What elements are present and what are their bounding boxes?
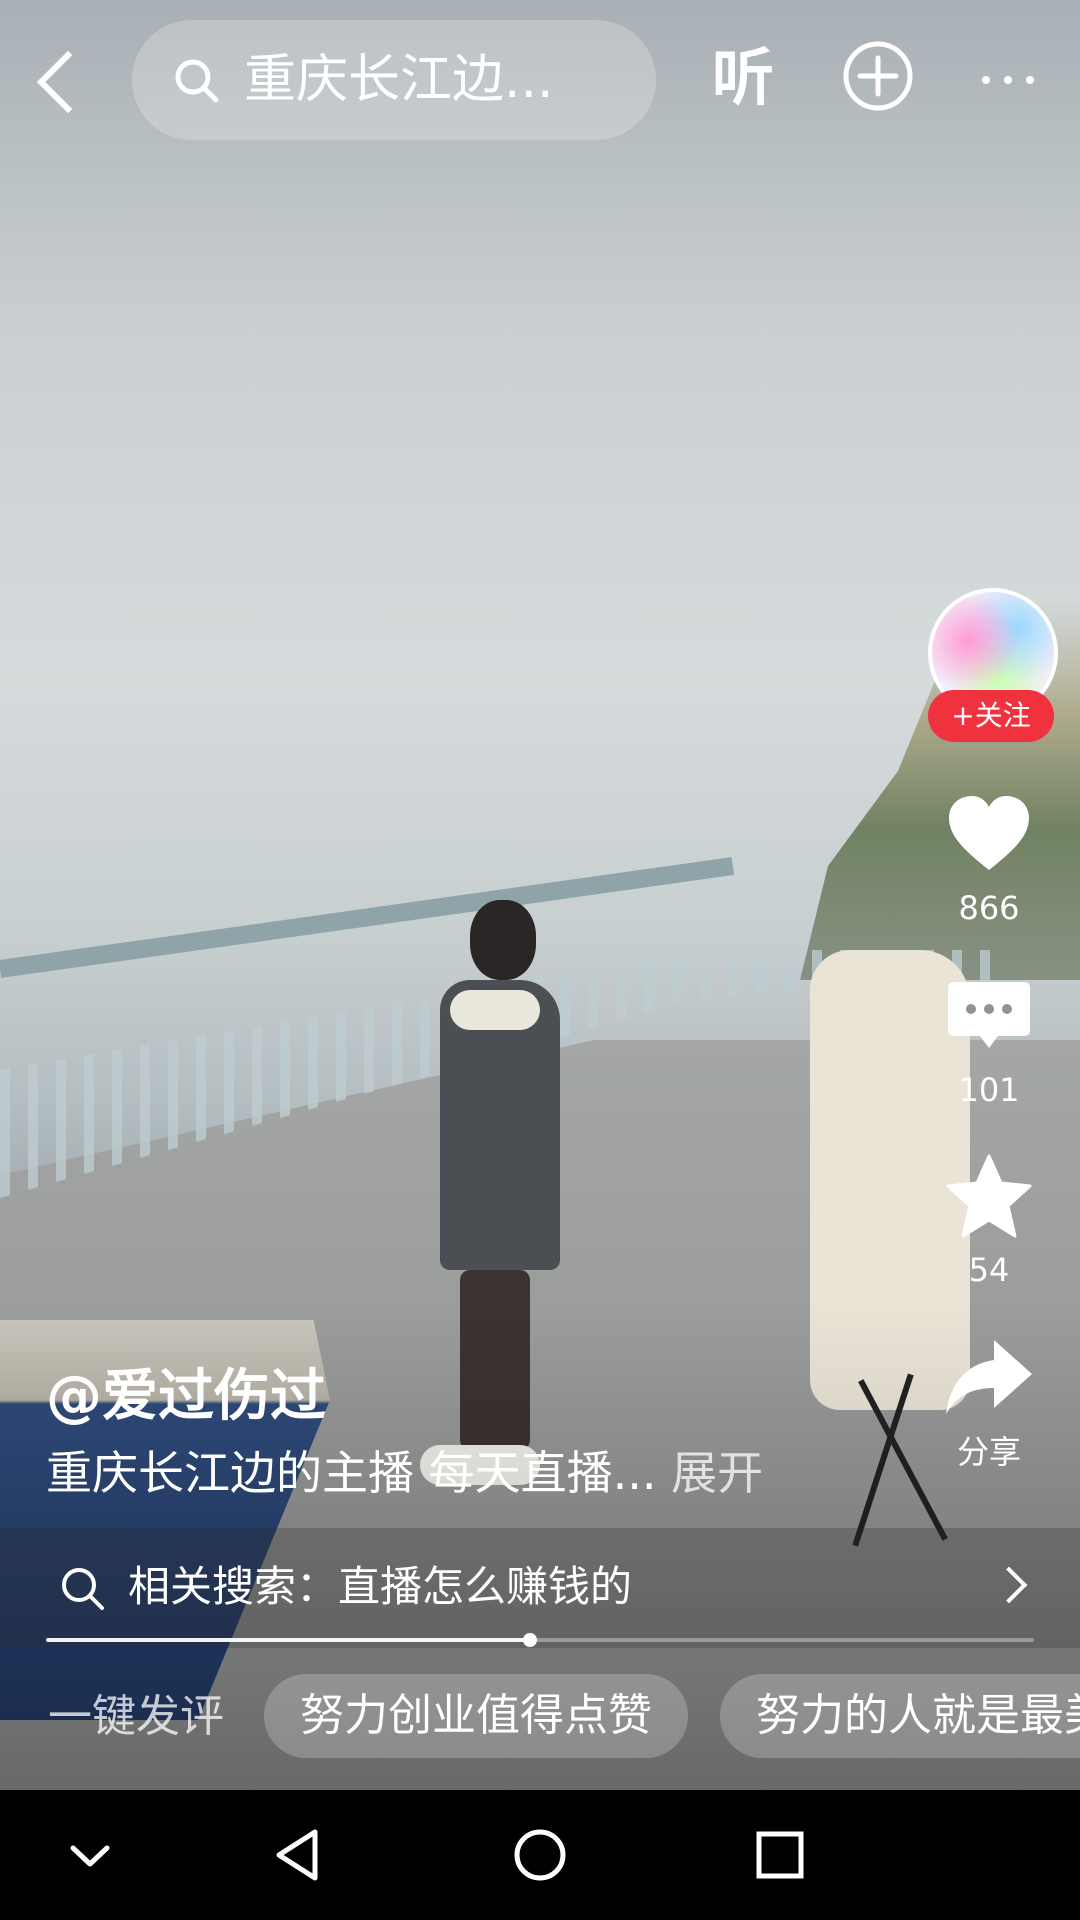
listen-button[interactable]: 听	[712, 38, 774, 118]
favorite-button[interactable]: 54	[929, 1152, 1049, 1290]
quick-comment-label: 一键发评	[48, 1691, 224, 1742]
share-label: 分享	[956, 1433, 1021, 1471]
progress-handle[interactable]	[523, 1633, 538, 1647]
search-query-text: 重庆长江边...	[244, 50, 554, 110]
comment-count: 101	[958, 1071, 1020, 1109]
top-bar: 重庆长江边... 听	[0, 0, 1080, 170]
chevron-right-icon	[990, 1566, 1028, 1604]
quick-comment-bar: 一键发评 努力创业值得点赞 努力的人就是最美	[0, 1672, 1080, 1762]
back-triangle-icon[interactable]	[265, 1820, 335, 1890]
search-icon	[62, 1568, 104, 1610]
expand-button[interactable]: 展开	[671, 1446, 763, 1500]
favorite-count: 54	[968, 1251, 1010, 1289]
video-progress-bar[interactable]	[46, 1633, 1034, 1647]
back-button[interactable]	[28, 38, 88, 128]
post-description[interactable]: 重庆长江边的主播 每天直播... 展开	[46, 1440, 763, 1506]
add-icon[interactable]	[842, 40, 914, 112]
author-name[interactable]: @爱过伤过	[46, 1362, 326, 1432]
video-player[interactable]	[0, 0, 1080, 1790]
more-options-button[interactable]	[980, 72, 1040, 88]
quick-comment-chip[interactable]: 努力创业值得点赞	[264, 1674, 688, 1758]
quick-comment-chip[interactable]: 努力的人就是最美	[720, 1674, 1080, 1758]
like-count: 866	[958, 889, 1020, 927]
recents-square-icon[interactable]	[745, 1820, 815, 1890]
heart-icon	[949, 796, 1029, 870]
search-icon	[175, 59, 219, 103]
progress-fill	[46, 1638, 531, 1642]
home-circle-icon[interactable]	[505, 1820, 575, 1890]
share-button[interactable]: 分享	[929, 1334, 1049, 1472]
search-box[interactable]: 重庆长江边...	[132, 20, 656, 140]
comment-button[interactable]: 101	[929, 972, 1049, 1110]
related-search-text: 相关搜索：直播怎么赚钱的	[128, 1562, 633, 1611]
related-search-bar[interactable]: 相关搜索：直播怎么赚钱的	[0, 1528, 1080, 1648]
share-arrow-icon	[946, 1340, 1032, 1414]
system-nav-bar	[0, 1790, 1080, 1920]
comment-icon	[948, 982, 1030, 1048]
like-button[interactable]: 866	[929, 790, 1049, 928]
description-text: 重庆长江边的主播 每天直播...	[46, 1446, 657, 1500]
star-icon	[946, 1154, 1032, 1238]
follow-button[interactable]: +关注	[928, 690, 1054, 742]
video-scene-railing-top	[0, 857, 735, 978]
chevron-down-icon[interactable]	[55, 1820, 125, 1890]
